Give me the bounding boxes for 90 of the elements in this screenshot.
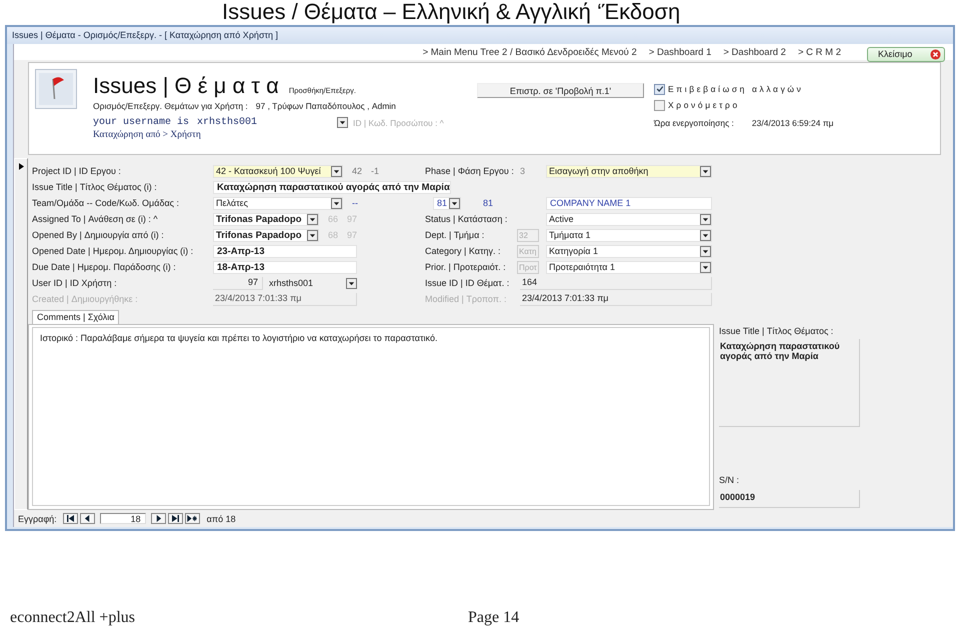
checkbox-label: Επιβεβαίωση αλλαγών (668, 84, 804, 94)
page-heading: Issues / Θέματα – Ελληνική & Αγγλική ‘Έκδοση (221, 0, 682, 25)
dropdown-button[interactable] (337, 117, 348, 128)
combo-box[interactable]: Πελάτες (213, 196, 343, 210)
triangle-left-icon (82, 515, 92, 522)
window-title: Issues | Θέματα - Ορισμός/Επεξεργ. - [ Καταχώρηση από Χρήστη ] (7, 27, 953, 44)
field-label: Team/Ομάδα -- Code/Κωδ. Ομάδας : (32, 198, 180, 208)
field-label: Prior. | Προτεραιότ. : (425, 262, 507, 272)
new-record-icon (186, 515, 198, 522)
field-label: Project ID | ID Εργου : (32, 166, 122, 176)
checkbox-label: Χρονόμετρο (668, 100, 740, 110)
menu-link[interactable]: > Main Menu Tree 2 / Βασικό Δενδροειδές Μενού 2 (422, 46, 637, 58)
tab[interactable]: Comments | Σχόλια (32, 310, 120, 324)
record-count: από 18 (206, 514, 236, 524)
subtitle-label: Ορισμός/Επεξεργ. Θεμάτων για Χρήστη : (93, 101, 248, 113)
caret-icon (339, 119, 346, 126)
previous-record-button[interactable] (80, 513, 95, 524)
next-record-button[interactable] (150, 513, 166, 524)
flag-icon (35, 69, 77, 109)
comment-field[interactable]: Ιστορικό : Παραλάβαμε σήμερα τα ψυγεία και πρέπει το λογιστήριο να καταχωρήσει το παραστατικό. (32, 327, 710, 506)
field-label: Opened By | Δημιουργία από (i) : (32, 230, 165, 240)
activation-time: 23/4/2013 6:59:24 πμ (752, 118, 834, 128)
field-label: Opened Date | Ημερομ. Δημιουργίας (i) : (32, 246, 194, 256)
new-record-button[interactable] (184, 513, 200, 524)
code-text: 42 (352, 166, 362, 176)
readonly-field: 23/4/2013 7:01:33 πμ (213, 292, 357, 306)
readonly-field: 23/4/2013 7:01:33 πμ (520, 292, 712, 306)
input-field[interactable]: Καταχώρηση παραστατικού αγοράς από την Μαρία (213, 180, 451, 194)
combo-box[interactable]: 42 - Κατασκευή 100 Ψυγεί (213, 164, 343, 178)
field-label: Category | Κατηγ. : (425, 246, 502, 256)
checkbox[interactable] (654, 84, 665, 94)
field-label: Issue Title | Τίτλος Θέματος (i) : (32, 182, 158, 192)
code-text: Προτ (517, 260, 539, 274)
code-text: -1 (371, 166, 380, 176)
username-value: xrhsths001 (197, 117, 258, 128)
input-field[interactable]: 18-Απρ-13 (213, 260, 357, 274)
close-icon (930, 48, 941, 60)
field-label: Issue Title | Τίτλος Θέματος : (719, 326, 834, 337)
code-text: Κατη (517, 244, 539, 258)
menu-link[interactable]: > C R M 2 (798, 46, 841, 58)
activation-label: Ώρα ενεργοποίησης : (654, 118, 734, 128)
menu-link[interactable]: > Dashboard 2 (723, 46, 786, 58)
breadcrumb: Καταχώρηση από > Χρήστη (93, 130, 202, 140)
person-id-label: ID | Κωδ. Προσώπου : ^ (353, 118, 444, 128)
field-label: S/N : (719, 475, 740, 486)
menu-link[interactable]: > Dashboard 1 (648, 46, 712, 58)
first-record-button[interactable] (62, 513, 78, 524)
form-title: Issues | Θ έ μ α τ α (93, 73, 279, 99)
last-record-button[interactable] (168, 513, 183, 524)
issue-title-field: Καταχώρηση παραστατικού αγοράς από την Μαρία (719, 339, 860, 427)
combo-box[interactable]: 81 (433, 196, 461, 210)
combo-box[interactable]: xrhsths001 (266, 276, 358, 290)
field-label: Phase | Φάση Εργου : (425, 166, 515, 176)
record-number-field[interactable]: 18 (100, 513, 146, 524)
input-field[interactable]: 23-Απρ-13 (213, 244, 357, 258)
return-button[interactable]: Επιστρ. σε 'Προβολή π.1' (477, 83, 644, 98)
user-id-field: 97 (213, 276, 263, 290)
combo-box[interactable]: Trifonas Papadopo (213, 228, 319, 242)
field-label: Assigned To | Ανάθεση σε (i) : ^ (32, 214, 159, 224)
code-text: -- (352, 198, 358, 208)
checkbox[interactable] (654, 100, 665, 110)
combo-box[interactable]: Εισαγωγή στην αποθήκη (546, 164, 712, 178)
combo-box[interactable]: Προτεραιότητα 1 (546, 260, 712, 274)
field-label: User ID | ID Χρήστη : (32, 278, 118, 288)
code-text: 81 (483, 198, 494, 208)
combo-box[interactable]: Trifonas Papadopo (213, 212, 319, 226)
field-label: Issue ID | ID Θέματ. : (425, 278, 510, 288)
combo-box[interactable]: Κατηγορία 1 (546, 244, 712, 258)
combo-box[interactable]: Τμήματα 1 (546, 228, 712, 242)
code-text: 32 (517, 228, 539, 242)
footer-text: econnect2All +plus (10, 609, 135, 627)
readonly-field: 164 (520, 276, 712, 290)
field-label: Created | Δημιουργήθηκε : (32, 294, 139, 304)
company-name-field[interactable]: COMPANY NAME 1 (546, 196, 712, 210)
field-label: Status | Κατάσταση : (425, 214, 508, 224)
serial-number-field: 0000019 (719, 490, 860, 508)
field-label: Due Date | Ημερομ. Παράδοσης (i) : (32, 262, 177, 272)
record-selector[interactable] (14, 158, 28, 510)
username-label: your username is (93, 117, 190, 128)
current-record-icon (18, 163, 24, 170)
first-icon (66, 515, 75, 522)
record-label: Εγγραφή: (18, 514, 57, 524)
page-number: Page 14 (468, 609, 520, 627)
field-label: Dept. | Τμήμα : (425, 230, 486, 240)
code-text: 3 (520, 166, 526, 176)
combo-box[interactable]: Active (546, 212, 712, 226)
subtitle-value: 97 , Τρύφων Παπαδόπουλος , Admin (256, 101, 396, 113)
last-icon (170, 515, 180, 522)
close-button[interactable]: Κλείσιμο (867, 46, 945, 62)
field-label: Modified | Τροποπ. : (425, 294, 508, 304)
